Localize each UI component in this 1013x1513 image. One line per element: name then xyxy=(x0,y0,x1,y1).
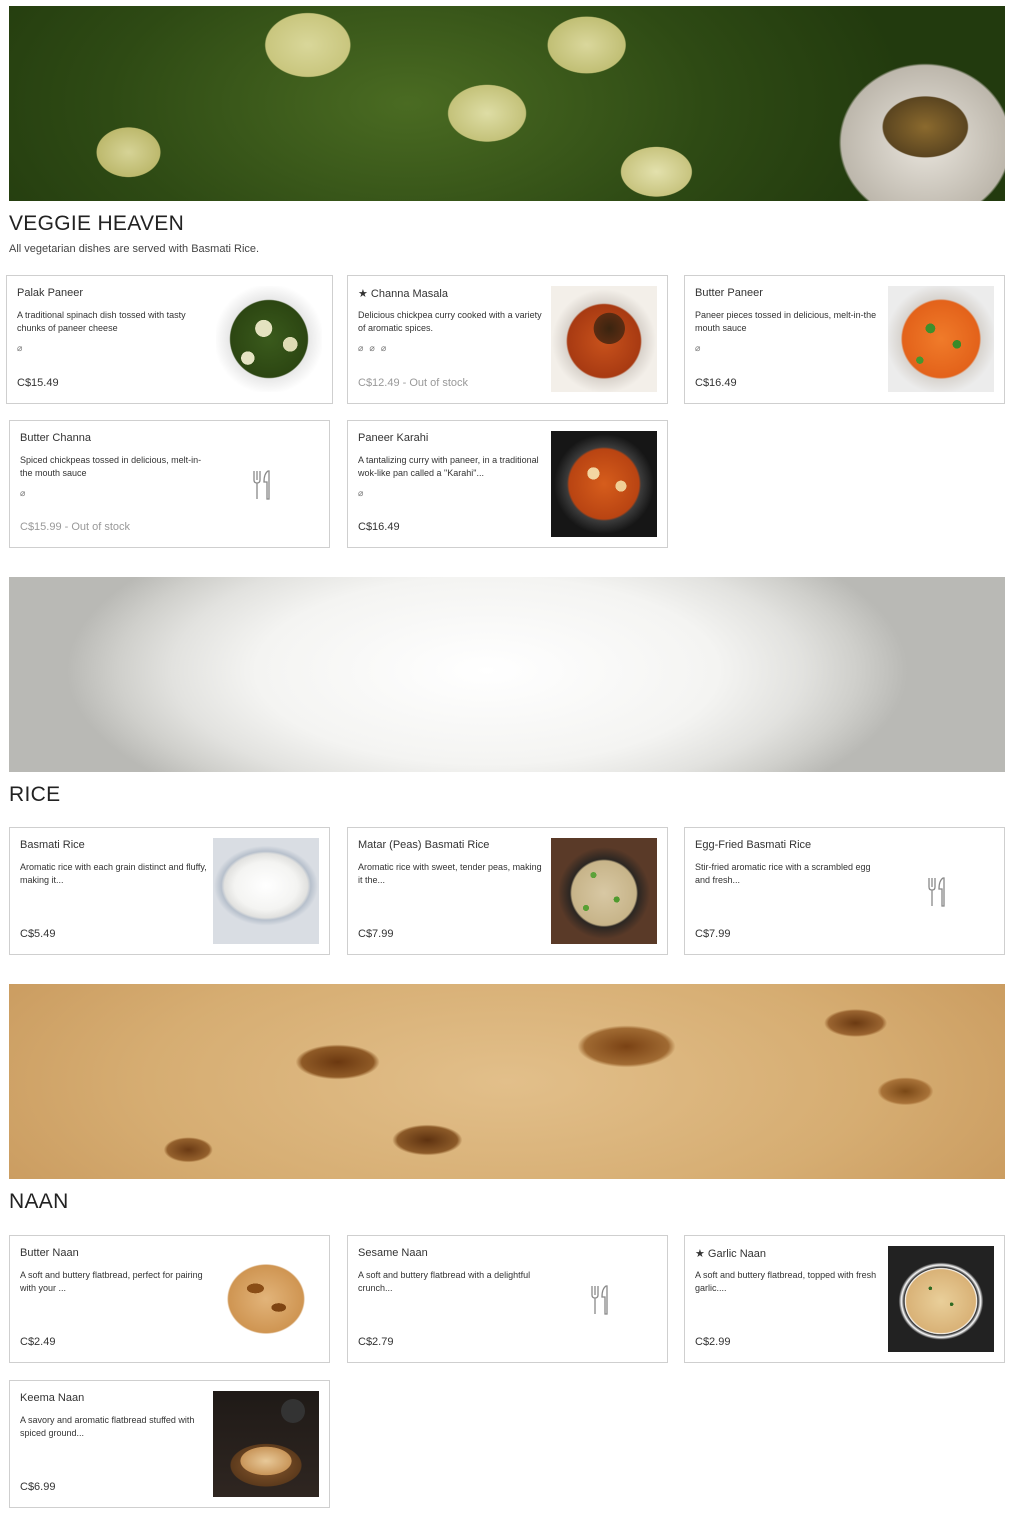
veggie-banner-image xyxy=(9,6,1005,201)
item-name: Butter Naan xyxy=(20,1247,79,1259)
rice-banner-image xyxy=(9,577,1005,772)
item-name: Paneer Karahi xyxy=(358,432,429,444)
item-description: Delicious chickpea curry cooked with a v… xyxy=(358,310,542,333)
menu-item-butter-paneer[interactable]: Butter Paneer Paneer pieces tossed in de… xyxy=(684,275,1005,404)
channa-masala-photo xyxy=(551,286,657,392)
item-price: C$2.49 xyxy=(20,1336,56,1348)
butter-paneer-photo xyxy=(888,286,994,392)
leaf-icon: ⌀ xyxy=(369,343,381,353)
butter-naan-photo xyxy=(213,1246,319,1352)
menu-item-butter-channa[interactable]: Butter Channa Spiced chickpeas tossed in… xyxy=(9,420,330,548)
item-name: Egg-Fried Basmati Rice xyxy=(695,839,812,851)
item-price: C$7.99 xyxy=(695,928,731,940)
section-description-veggie: All vegetarian dishes are served with Ba… xyxy=(9,243,260,255)
item-name: Butter Channa xyxy=(20,432,91,444)
item-name: ★ Channa Masala xyxy=(358,288,448,300)
paneer-karahi-photo xyxy=(551,431,657,537)
menu-item-keema-naan[interactable]: Keema Naan A savory and aromatic flatbre… xyxy=(9,1380,330,1508)
item-name: Matar (Peas) Basmati Rice xyxy=(358,839,490,851)
matar-rice-photo xyxy=(551,838,657,944)
menu-item-sesame-naan[interactable]: Sesame Naan A soft and buttery flatbread… xyxy=(347,1235,668,1363)
item-price: C$2.79 xyxy=(358,1336,394,1348)
leaf-icon: ⌀ xyxy=(695,343,707,353)
menu-item-matar-basmati-rice[interactable]: Matar (Peas) Basmati Rice Aromatic rice … xyxy=(347,827,668,955)
utensils-icon xyxy=(253,470,270,500)
menu-item-garlic-naan[interactable]: ★ Garlic Naan A soft and buttery flatbre… xyxy=(684,1235,1005,1363)
menu-item-egg-fried-basmati-rice[interactable]: Egg-Fried Basmati Rice Stir-fried aromat… xyxy=(684,827,1005,955)
item-description: A soft and buttery flatbread with a deli… xyxy=(358,1270,531,1293)
item-description: Stir-fried aromatic rice with a scramble… xyxy=(695,862,871,885)
item-name: Basmati Rice xyxy=(20,839,85,851)
item-name: Keema Naan xyxy=(20,1392,85,1404)
item-name: Sesame Naan xyxy=(358,1247,428,1259)
item-description: A soft and buttery flatbread, topped wit… xyxy=(695,1270,877,1293)
item-description: A savory and aromatic flatbread stuffed … xyxy=(20,1415,195,1438)
utensils-icon xyxy=(928,877,945,907)
menu-item-paneer-karahi[interactable]: Paneer Karahi A tantalizing curry with p… xyxy=(347,420,668,548)
keema-naan-photo xyxy=(213,1391,319,1497)
item-name: Butter Paneer xyxy=(695,287,763,299)
dietary-tags: ⌀⌀⌀ xyxy=(358,343,392,354)
item-description: A soft and buttery flatbread, perfect fo… xyxy=(20,1270,203,1293)
item-description: A tantalizing curry with paneer, in a tr… xyxy=(358,455,539,478)
restaurant-logo xyxy=(281,1399,305,1423)
utensils-icon xyxy=(591,1285,608,1315)
item-price: C$7.99 xyxy=(358,928,394,940)
dietary-tags: ⌀ xyxy=(695,343,706,354)
item-price: C$16.49 xyxy=(695,377,737,389)
item-price: C$6.99 xyxy=(20,1481,56,1493)
garlic-naan-photo xyxy=(888,1246,994,1352)
item-description: A traditional spinach dish tossed with t… xyxy=(17,310,186,333)
basmati-rice-photo xyxy=(213,838,319,944)
item-price: C$16.49 xyxy=(358,521,400,533)
item-description: Aromatic rice with sweet, tender peas, m… xyxy=(358,862,542,885)
item-description: Spiced chickpeas tossed in delicious, me… xyxy=(20,455,202,478)
leaf-icon: ⌀ xyxy=(380,343,393,353)
dietary-tags: ⌀ xyxy=(20,488,31,499)
item-description: Paneer pieces tossed in delicious, melt-… xyxy=(695,310,877,333)
item-price: C$15.49 xyxy=(17,377,59,389)
item-price: C$12.49 - Out of stock xyxy=(358,377,469,389)
leaf-icon: ⌀ xyxy=(20,488,32,498)
section-title-veggie: VEGGIE HEAVEN xyxy=(9,212,185,235)
item-price: C$5.49 xyxy=(20,928,56,940)
section-title-rice: RICE xyxy=(9,783,61,806)
menu-item-channa-masala[interactable]: ★ Channa Masala Delicious chickpea curry… xyxy=(347,275,668,404)
leaf-icon: ⌀ xyxy=(358,343,370,353)
menu-item-palak-paneer[interactable]: Palak Paneer A traditional spinach dish … xyxy=(6,275,333,404)
leaf-icon: ⌀ xyxy=(358,488,370,498)
menu-item-basmati-rice[interactable]: Basmati Rice Aromatic rice with each gra… xyxy=(9,827,330,955)
item-name: ★ Garlic Naan xyxy=(695,1248,766,1260)
palak-paneer-photo xyxy=(216,286,322,392)
leaf-icon: ⌀ xyxy=(17,343,29,353)
item-price: C$15.99 - Out of stock xyxy=(20,521,131,533)
item-description: Aromatic rice with each grain distinct a… xyxy=(20,862,207,885)
dietary-tags: ⌀ xyxy=(17,343,28,354)
dietary-tags: ⌀ xyxy=(358,488,369,499)
section-title-naan: NAAN xyxy=(9,1190,69,1213)
item-price: C$2.99 xyxy=(695,1336,731,1348)
item-name: Palak Paneer xyxy=(17,287,84,299)
naan-banner-image xyxy=(9,984,1005,1179)
menu-item-butter-naan[interactable]: Butter Naan A soft and buttery flatbread… xyxy=(9,1235,330,1363)
